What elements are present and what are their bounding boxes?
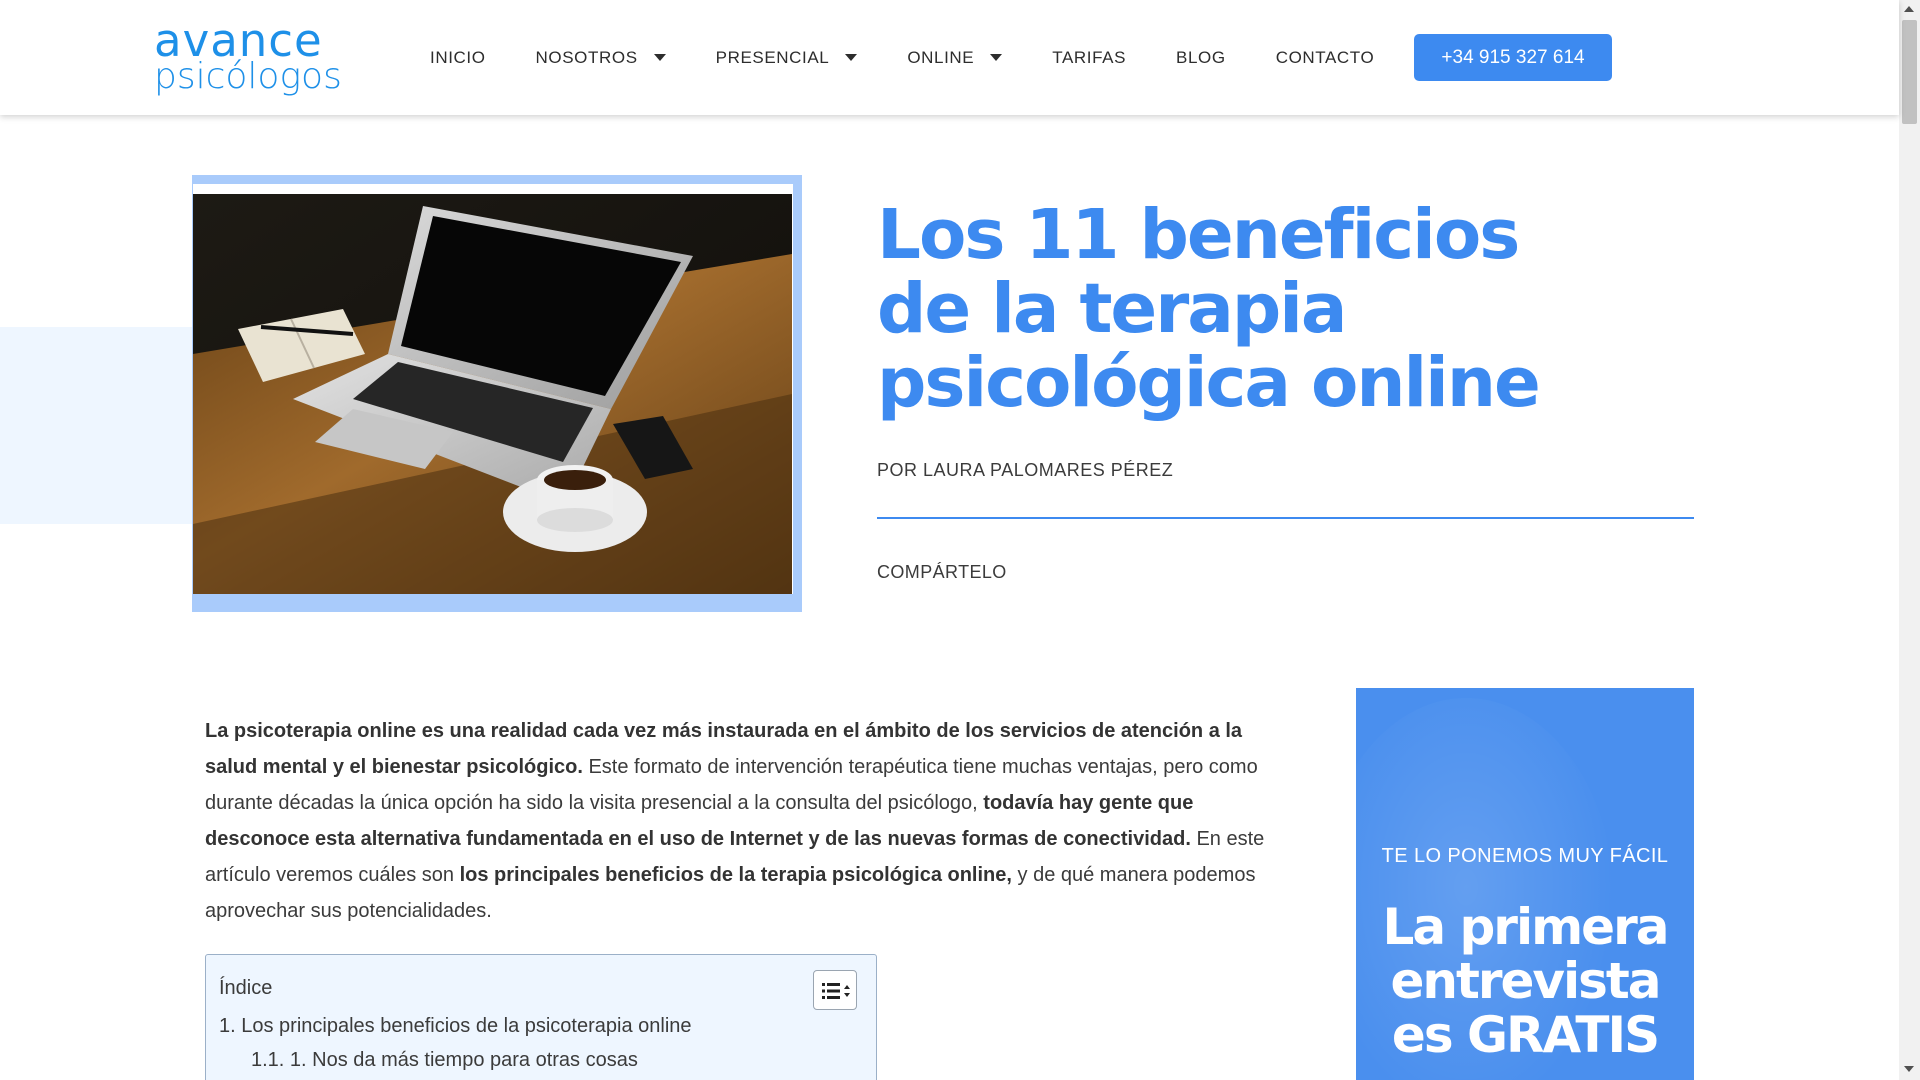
toc-toggle-button[interactable] [813, 970, 857, 1010]
main-nav: INICIO NOSOTROS PRESENCIAL ONLINE TARIFA… [430, 0, 1424, 115]
article-title: Los 11 beneficios de la terapia psicológ… [877, 195, 1541, 423]
scroll-thumb[interactable] [1902, 20, 1917, 124]
nav-item-presencial[interactable]: PRESENCIAL [716, 48, 858, 68]
phone-button[interactable]: +34 915 327 614 [1414, 34, 1612, 81]
promo-headline: La primera entrevista es GRATIS [1382, 898, 1669, 1064]
nav-label: CONTACTO [1275, 47, 1375, 67]
share-label: COMPÁRTELO [877, 562, 1007, 582]
list-toggle-icon [822, 983, 850, 999]
site-logo[interactable]: avance psicólogos [154, 18, 342, 95]
site-header: avance psicólogos INICIO NOSOTROS PRESEN… [0, 0, 1899, 115]
nav-item-contacto[interactable]: CONTACTO [1276, 48, 1375, 68]
nav-label: PRESENCIAL [715, 47, 830, 67]
nav-item-online[interactable]: ONLINE [907, 47, 1003, 68]
caret-down-icon [990, 54, 1003, 61]
author-byline: POR LAURA PALOMARES PÉREZ [877, 460, 1174, 480]
logo-line-2: psicólogos [154, 56, 342, 97]
scroll-down-arrow-icon[interactable] [1904, 1066, 1914, 1072]
nav-label: BLOG [1176, 47, 1226, 67]
toc-item[interactable]: 1.1. 1. Nos da más tiempo para otras cos… [251, 1049, 638, 1072]
article-intro: La psicoterapia online es una realidad c… [205, 713, 1273, 929]
decorative-block [0, 327, 192, 524]
promo-box[interactable]: TE LO PONEMOS MUY FÁCIL La primera entre… [1356, 688, 1694, 1080]
nav-item-nosotros[interactable]: NOSOTROS [536, 48, 666, 68]
caret-down-icon [845, 54, 858, 61]
title-divider [877, 517, 1694, 519]
nav-label: INICIO [430, 47, 486, 67]
featured-image-laptop [193, 194, 792, 594]
nav-label: TARIFAS [1052, 47, 1127, 67]
toc-title: Índice [219, 977, 273, 999]
scroll-up-arrow-icon[interactable] [1904, 6, 1914, 12]
intro-part: los principales beneficios de la terapia… [459, 864, 1012, 886]
nav-item-tarifas[interactable]: TARIFAS [1052, 48, 1126, 68]
nav-item-inicio[interactable]: INICIO [430, 48, 486, 68]
table-of-contents: Índice 1. Los principales beneficios de … [205, 954, 877, 1080]
nav-item-blog[interactable]: BLOG [1176, 48, 1226, 68]
page-scrollbar[interactable] [1899, 0, 1920, 1080]
caret-down-icon [653, 54, 666, 61]
promo-kicker: TE LO PONEMOS MUY FÁCIL [1381, 845, 1669, 867]
toc-item[interactable]: 1. Los principales beneficios de la psic… [219, 1015, 692, 1038]
nav-label: NOSOTROS [535, 47, 638, 67]
nav-label: ONLINE [907, 47, 975, 67]
